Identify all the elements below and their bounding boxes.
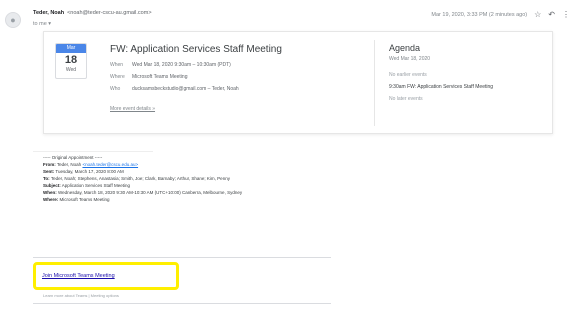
event-when-row: When Wed Mar 18, 2020 9:30am – 10:30am (… (110, 62, 231, 68)
sender-name[interactable]: Teder, Noah (33, 10, 64, 16)
agenda-date: Wed Mar 18, 2020 (389, 56, 431, 62)
event-who-label: Who (110, 86, 121, 92)
agenda-item[interactable]: 9:30am FW: Application Services Staff Me… (389, 84, 493, 90)
sent-line: Sent: Tuesday, March 17, 2020 8:00 AM (43, 169, 124, 174)
agenda-item: No later events (389, 96, 423, 102)
more-options-icon[interactable]: ⋮ (562, 10, 570, 19)
event-where-label: Where (110, 74, 125, 80)
recipient-toggle[interactable]: to me ▾ (33, 21, 51, 27)
from-line: From: Teder, Noah <noah.teder@cscu.edu.a… (43, 162, 138, 167)
event-where-row: Where Microsoft Teams Meeting (110, 74, 187, 80)
from-value: Teder, Noah (56, 162, 82, 167)
where-line: Where: Microsoft Teams Meeting (43, 197, 109, 202)
when-value: Wednesday, March 18, 2020 9:30 AM-10:30 … (58, 190, 243, 195)
avatar-icon: ● (10, 15, 16, 25)
message-actions: Mar 19, 2020, 3:33 PM (2 minutes ago) ☆ … (431, 10, 570, 19)
original-appointment-header: ----- Original Appointment ----- (43, 155, 103, 160)
event-when-value: Wed Mar 18, 2020 9:30am – 10:30am (PDT) (132, 62, 231, 68)
sender-email: <noah@teder-cscu-au.gmail.com> (67, 10, 152, 16)
subject-value: Application Services Staff Meeting (61, 183, 130, 188)
when-label: When: (43, 190, 57, 195)
event-who-row: Who ducksamsbeckstudio@gmail.com – Teder… (110, 86, 239, 92)
to-line: To: Teder, Noah; Stephens, Anastasia; Sm… (43, 176, 230, 181)
calendar-date-icon: Mar 18 Wed (55, 43, 87, 79)
agenda-title: Agenda (389, 43, 421, 53)
where-value: Microsoft Teams Meeting (59, 197, 110, 202)
join-teams-meeting-highlight: Join Microsoft Teams Meeting (33, 262, 179, 290)
subject-line: Subject: Application Services Staff Meet… (43, 183, 130, 188)
calendar-invite-card: Mar 18 Wed FW: Application Services Staf… (43, 31, 553, 134)
event-when-label: When (110, 62, 124, 68)
sender-avatar[interactable]: ● (5, 12, 21, 28)
calendar-weekday: Wed (65, 67, 77, 73)
timestamp: Mar 19, 2020, 3:33 PM (2 minutes ago) (431, 11, 528, 18)
subject-label: Subject: (43, 183, 61, 188)
agenda-item: No earlier events (389, 72, 427, 78)
to-label: To: (43, 176, 50, 181)
sent-value: Tuesday, March 17, 2020 8:00 AM (55, 169, 124, 174)
event-title[interactable]: FW: Application Services Staff Meeting (110, 44, 282, 55)
teams-help-links[interactable]: Learn more about Teams | Meeting options (43, 293, 119, 298)
to-value: Teder, Noah; Stephens, Anastasia; Smith,… (50, 176, 230, 181)
divider (33, 303, 331, 304)
from-label: From: (43, 162, 56, 167)
card-divider (374, 40, 375, 126)
divider (33, 257, 331, 258)
sent-label: Sent: (43, 169, 55, 174)
event-who-value: ducksamsbeckstudio@gmail.com – Teder, No… (132, 86, 239, 92)
more-event-details-link[interactable]: More event details » (110, 106, 155, 112)
divider (33, 151, 153, 152)
from-email-link[interactable]: <noah.teder@cscu.edu.au> (82, 162, 138, 167)
star-icon[interactable]: ☆ (534, 10, 541, 19)
calendar-month: Mar (56, 44, 86, 53)
event-where-value: Microsoft Teams Meeting (132, 74, 188, 80)
join-teams-meeting-link[interactable]: Join Microsoft Teams Meeting (42, 273, 115, 279)
where-label: Where: (43, 197, 59, 202)
calendar-day: 18 (64, 54, 78, 66)
when-line: When: Wednesday, March 18, 2020 9:30 AM-… (43, 190, 242, 195)
sender-line: Teder, Noah <noah@teder-cscu-au.gmail.com… (33, 10, 152, 16)
reply-icon[interactable]: ↶ (548, 10, 555, 19)
